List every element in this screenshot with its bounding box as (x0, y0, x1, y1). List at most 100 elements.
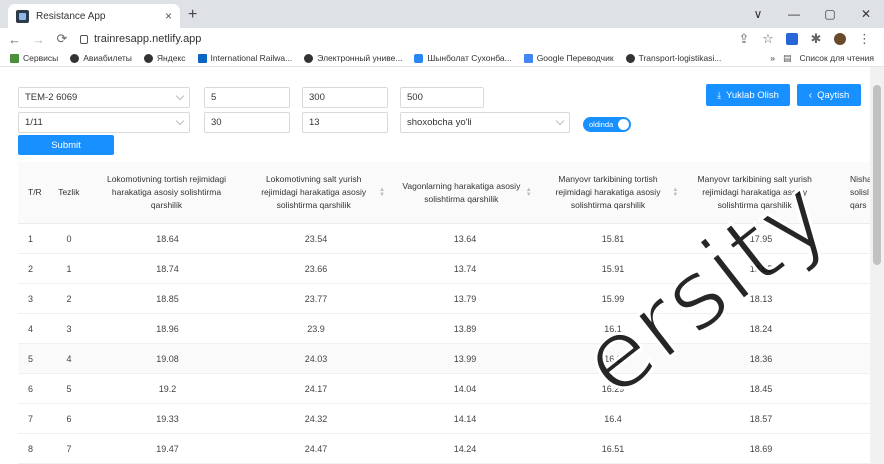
column-header-speed: Tezlik (58, 187, 80, 197)
toggle-label: oldinda (589, 120, 614, 129)
back-button[interactable]: ‹ Qaytish (797, 84, 861, 106)
table-cell: 18.05 (749, 263, 773, 274)
profile-avatar-icon[interactable] (834, 33, 846, 45)
input-field-4[interactable]: 500 (400, 87, 484, 108)
app-favicon-icon (16, 9, 29, 23)
lock-icon (80, 34, 88, 44)
submit-button[interactable]: Submit (18, 135, 114, 155)
table-cell: 18.13 (749, 293, 773, 304)
column-header-loco-idle[interactable]: Lokomotivning salt yurish rejimidagi har… (239, 162, 388, 223)
input-field-6[interactable]: 30 (204, 112, 290, 133)
extension-icon[interactable] (786, 33, 798, 45)
sort-icon[interactable]: ▲ ▼ (526, 187, 532, 198)
table-cell: 13.64 (453, 233, 477, 244)
input-field-3[interactable]: 300 (302, 87, 388, 108)
table-row: 7 6 19.33 24.32 14.14 16.4 18.57 (18, 404, 870, 434)
table-cell: 4 (66, 353, 72, 364)
minimize-button[interactable]: — (776, 7, 812, 21)
globe-icon (143, 53, 153, 63)
vk-icon (414, 53, 424, 63)
reading-list-icon: ▤ (782, 52, 792, 63)
bookmark-item[interactable]: Яндекс (143, 53, 186, 63)
table-header: T/R Tezlik Lokomotivning tortish rejimid… (18, 162, 870, 224)
new-tab-button[interactable]: + (188, 6, 197, 24)
table-cell: 15.81 (601, 233, 625, 244)
table-cell: 2 (28, 263, 34, 274)
browser-tab[interactable]: Resistance App × (8, 4, 180, 28)
table-cell: 7 (28, 413, 34, 424)
table-cell: 7 (66, 443, 72, 454)
back-arrow-icon[interactable]: ← (8, 32, 21, 47)
bookmark-star-icon[interactable]: ☆ (762, 31, 774, 47)
bookmark-item[interactable]: International Railwa... (197, 53, 292, 63)
column-header-shunting-traction[interactable]: Manyovr tarkibining tortish rejimidagi h… (535, 162, 682, 223)
table-cell: 14.14 (453, 413, 477, 424)
download-icon: ⤓ (717, 89, 722, 100)
table-cell: 5 (66, 383, 72, 394)
table-cell: 13.99 (453, 353, 477, 364)
table-cell: 24.17 (304, 383, 328, 394)
download-button[interactable]: ⤓ Yuklab Olish (706, 84, 790, 106)
chevron-left-icon: ‹ (808, 89, 813, 101)
table-cell: 23.54 (304, 233, 328, 244)
sort-icon[interactable]: ▲ ▼ (672, 187, 678, 198)
bookmarks-more-button[interactable]: » (770, 53, 775, 63)
linkedin-icon (197, 53, 207, 63)
column-header-slope: Nishal solisl qars (850, 174, 870, 210)
table-row: 4 3 18.96 23.9 13.89 16.1 18.24 (18, 314, 870, 344)
address-bar[interactable]: trainresapp.netlify.app (80, 33, 726, 45)
scrollbar-thumb[interactable] (873, 85, 881, 265)
maximize-button[interactable]: ▢ (812, 7, 848, 21)
column-header-index: T/R (28, 187, 42, 197)
reload-icon[interactable]: ⟳ (56, 31, 68, 47)
input-field-2[interactable]: 5 (204, 87, 290, 108)
bookmark-item[interactable]: Transport-logistikasi... (625, 53, 721, 63)
table-cell: 19.08 (156, 353, 179, 364)
menu-kebab-icon[interactable]: ⋮ (858, 31, 871, 47)
position-toggle[interactable]: oldinda (583, 117, 631, 132)
globe-icon (70, 53, 80, 63)
table-cell: 16.29 (601, 383, 625, 394)
close-window-button[interactable]: ✕ (848, 7, 884, 21)
table-cell: 19.33 (156, 413, 179, 424)
bookmark-item[interactable]: Google Переводчик (523, 53, 614, 63)
ratio-select[interactable]: 1/11 (18, 112, 190, 133)
table-row: 3 2 18.85 23.77 13.79 15.99 18.13 (18, 284, 870, 314)
table-cell: 18.57 (749, 413, 773, 424)
column-header-shunting-idle[interactable]: Manyovr tarkibining salt yurish rejimida… (681, 162, 828, 223)
extensions-puzzle-icon[interactable]: ✱ (810, 31, 822, 47)
table-body: 1 0 18.64 23.54 13.64 15.81 17.95 2 1 18.74 23.66 1… (18, 224, 870, 464)
apps-grid-icon (10, 53, 19, 63)
column-header-wagons[interactable]: Vagonlarning harakatiga asosiy solishtir… (388, 162, 535, 223)
browser-toolbar: ← → ⟳ trainresapp.netlify.app ⇪ ☆ ✱ ⋮ (0, 28, 884, 50)
reading-list-button[interactable]: Список для чтения (799, 53, 874, 63)
column-header-loco-traction[interactable]: Lokomotivning tortish rejimidagi harakat… (94, 162, 240, 223)
table-row: 8 7 19.47 24.47 14.24 16.51 18.69 (18, 434, 870, 464)
locomotive-select[interactable]: TEM-2 6069 (18, 87, 190, 108)
table-cell: 19.2 (158, 383, 177, 394)
table-row: 2 1 18.74 23.66 13.74 15.91 18.05 (18, 254, 870, 284)
table-cell: 18.96 (156, 323, 179, 334)
share-icon[interactable]: ⇪ (738, 31, 750, 47)
input-field-7[interactable]: 13 (302, 112, 388, 133)
tab-title: Resistance App (36, 10, 106, 22)
bookmark-item[interactable]: Электронный униве... (304, 53, 402, 63)
tab-close-icon[interactable]: × (165, 9, 172, 23)
page-scrollbar[interactable] (870, 67, 884, 464)
forward-arrow-icon[interactable]: → (32, 32, 45, 47)
bookmark-item[interactable]: Шынболат Сухонба... (414, 53, 512, 63)
table-cell: 5 (28, 353, 34, 364)
bookmark-item[interactable]: Авиабилеты (70, 53, 132, 63)
table-cell: 23.66 (304, 263, 328, 274)
table-cell: 1 (66, 263, 72, 274)
table-cell: 16.1 (604, 323, 622, 334)
table-cell: 19.47 (156, 443, 179, 454)
chevron-down-icon (555, 116, 565, 126)
tab-search-icon[interactable]: ∨ (740, 7, 776, 21)
sort-icon[interactable]: ▲ ▼ (379, 187, 385, 198)
bookmark-item[interactable]: Сервисы (10, 53, 58, 63)
table-row: 5 4 19.08 24.03 13.99 16.2 18.36 (18, 344, 870, 374)
window-controls: ∨ — ▢ ✕ (740, 0, 884, 28)
table-cell: 0 (66, 233, 72, 244)
track-type-select[interactable]: shoxobcha yo'li (400, 112, 570, 133)
